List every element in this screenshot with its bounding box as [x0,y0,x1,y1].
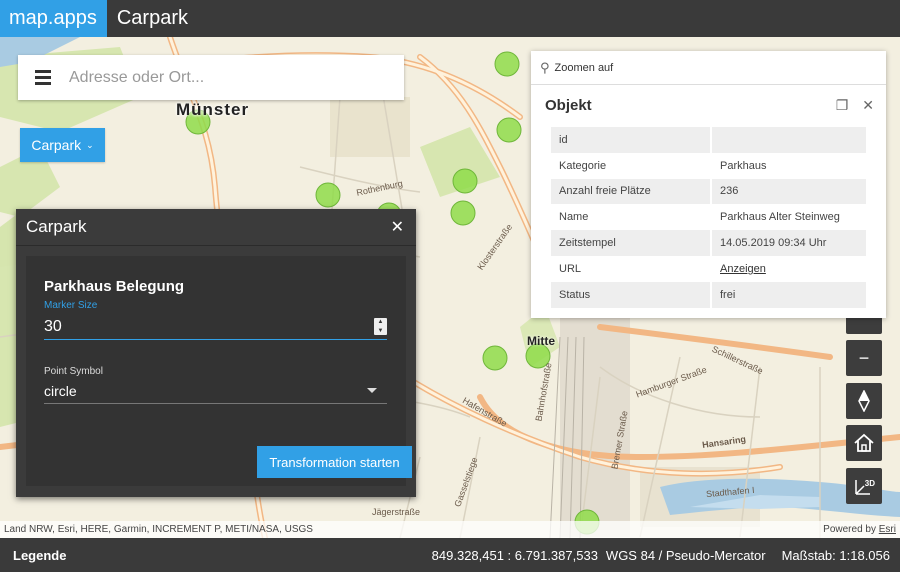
table-row: Status frei [551,281,866,308]
attribute-table: id Kategorie Parkhaus Anzahl freie Plätze… [551,127,866,308]
carpark-menu-label: Carpark [31,137,82,153]
chevron-down-icon: ⌄ [86,139,94,150]
map-attribution: Land NRW, Esri, HERE, Garmin, INCREMENT … [0,521,900,538]
table-row: URL Anzeigen [551,255,866,282]
close-icon[interactable]: ✕ [862,97,874,114]
search-bar [18,55,404,100]
point-symbol-label: Point Symbol [44,366,103,377]
compass-button[interactable] [846,383,882,419]
dialog-header[interactable]: Carpark ✕ [16,209,416,246]
popup-title: Objekt [545,96,592,114]
carpark-marker[interactable] [482,345,508,371]
url-link[interactable]: Anzeigen [720,263,766,275]
zoom-to-label: Zoomen auf [554,61,614,74]
status-bar: Legende 849.328,451 : 6.791.387,533 WGS … [0,538,900,572]
top-bar: map.apps Carpark [0,0,900,37]
home-icon [854,433,874,452]
point-symbol-select[interactable]: circle [44,378,387,404]
point-symbol-value: circle [44,382,77,399]
menu-icon[interactable] [35,70,51,85]
carpark-marker[interactable] [315,182,341,208]
table-row: Name Parkhaus Alter Steinweg [551,204,866,231]
dialog-body: Parkhaus Belegung Marker Size 30 ▲ ▼ Poin… [26,256,412,486]
app-title: Carpark [116,7,188,29]
carpark-marker[interactable] [496,117,522,143]
table-row: Anzahl freie Plätze 236 [551,178,866,205]
zoom-in-button[interactable] [846,318,882,334]
dialog-title: Carpark [26,217,87,236]
form-heading: Parkhaus Belegung [44,278,185,295]
marker-size-input[interactable]: 30 ▲ ▼ [44,314,387,340]
powered-by: Powered by Esri [823,524,896,535]
legend-button[interactable]: Legende [13,548,66,563]
table-row: Zeitstempel 14.05.2019 09:34 Uhr [551,230,866,256]
carpark-menu-button[interactable]: Carpark ⌄ [20,128,105,162]
scale-readout: Maßstab: 1:18.056 [781,547,890,563]
view-3d-button[interactable]: 3D [846,468,882,504]
number-spinner[interactable]: ▲ ▼ [374,318,387,335]
carpark-dialog: Carpark ✕ Parkhaus Belegung Marker Size … [16,209,416,497]
attribution-text: Land NRW, Esri, HERE, Garmin, INCREMENT … [4,524,313,535]
start-transformation-button[interactable]: Transformation starten [257,446,412,478]
marker-size-label: Marker Size [44,300,98,311]
carpark-marker[interactable] [452,168,478,194]
compass-icon [858,390,870,412]
feature-popup: ⚲ Zoomen auf Objekt ❐ ✕ id Kategorie Park… [531,51,886,318]
caret-down-icon [367,388,377,393]
search-input[interactable] [69,68,369,87]
carpark-marker[interactable] [494,51,520,77]
city-label: Münster [176,100,250,119]
carpark-marker[interactable] [450,200,476,226]
brand-logo[interactable]: map.apps [0,0,107,37]
table-row: Kategorie Parkhaus [551,152,866,179]
esri-link[interactable]: Esri [879,524,896,535]
street-label: Jägerstraße [372,507,421,517]
home-button[interactable] [846,425,882,461]
marker-size-value: 30 [44,317,62,335]
zoom-out-button[interactable]: − [846,340,882,376]
zoom-to-button[interactable]: ⚲ Zoomen auf [531,51,886,85]
coordinate-readout: 849.328,451 : 6.791.387,533 [431,547,598,563]
table-row: id [551,127,866,153]
zoom-in-icon: ⚲ [540,59,550,75]
popup-header: Objekt ❐ ✕ [531,85,886,125]
district-label: Mitte [527,334,555,348]
close-icon[interactable]: ✕ [391,217,404,237]
crs-selector[interactable]: WGS 84 / Pseudo-Mercator [606,548,766,563]
restore-icon[interactable]: ❐ [836,97,849,114]
